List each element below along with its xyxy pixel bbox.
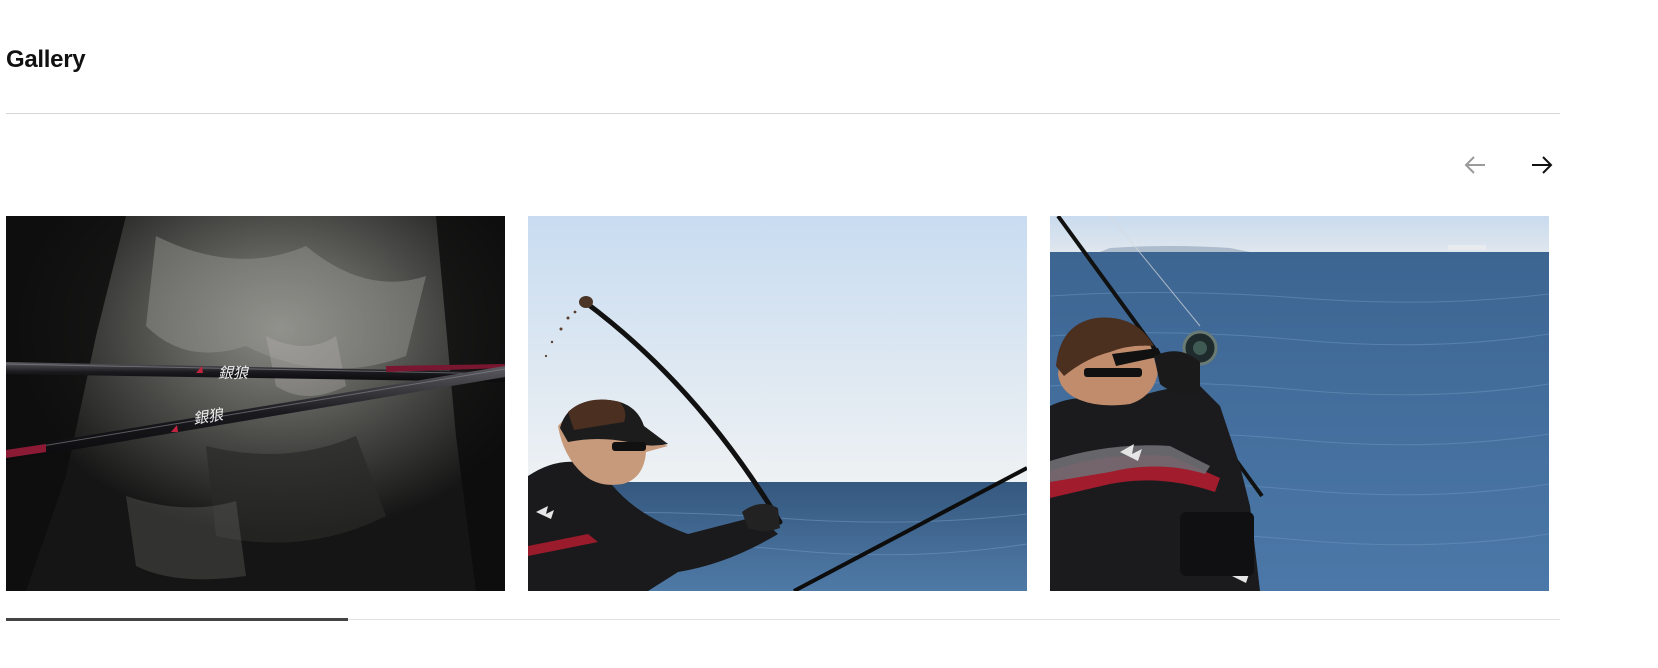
arrow-left-icon xyxy=(1464,156,1485,174)
carousel-next-button[interactable] xyxy=(1525,148,1559,182)
carousel-scrollbar-thumb[interactable] xyxy=(6,618,348,621)
gallery-slide-angler-fighting[interactable] xyxy=(1050,216,1549,591)
section-title: Gallery xyxy=(6,46,86,73)
photo-fishing-rods-on-rock: 銀狼 銀狼 xyxy=(6,216,505,591)
rod-brand-text-upper: 銀狼 xyxy=(218,364,250,382)
arrow-right-icon xyxy=(1532,156,1553,174)
gallery-slide-fishing-rods[interactable]: 銀狼 銀狼 xyxy=(6,216,505,591)
carousel-prev-button[interactable] xyxy=(1458,148,1492,182)
gallery-slide-angler-casting[interactable] xyxy=(528,216,1027,591)
section-divider xyxy=(6,113,1560,114)
photo-angler-casting-bait xyxy=(528,216,1027,591)
gallery-section: Gallery 銀狼 銀狼 xyxy=(0,0,1658,668)
photo-angler-fighting-fish xyxy=(1050,216,1549,591)
